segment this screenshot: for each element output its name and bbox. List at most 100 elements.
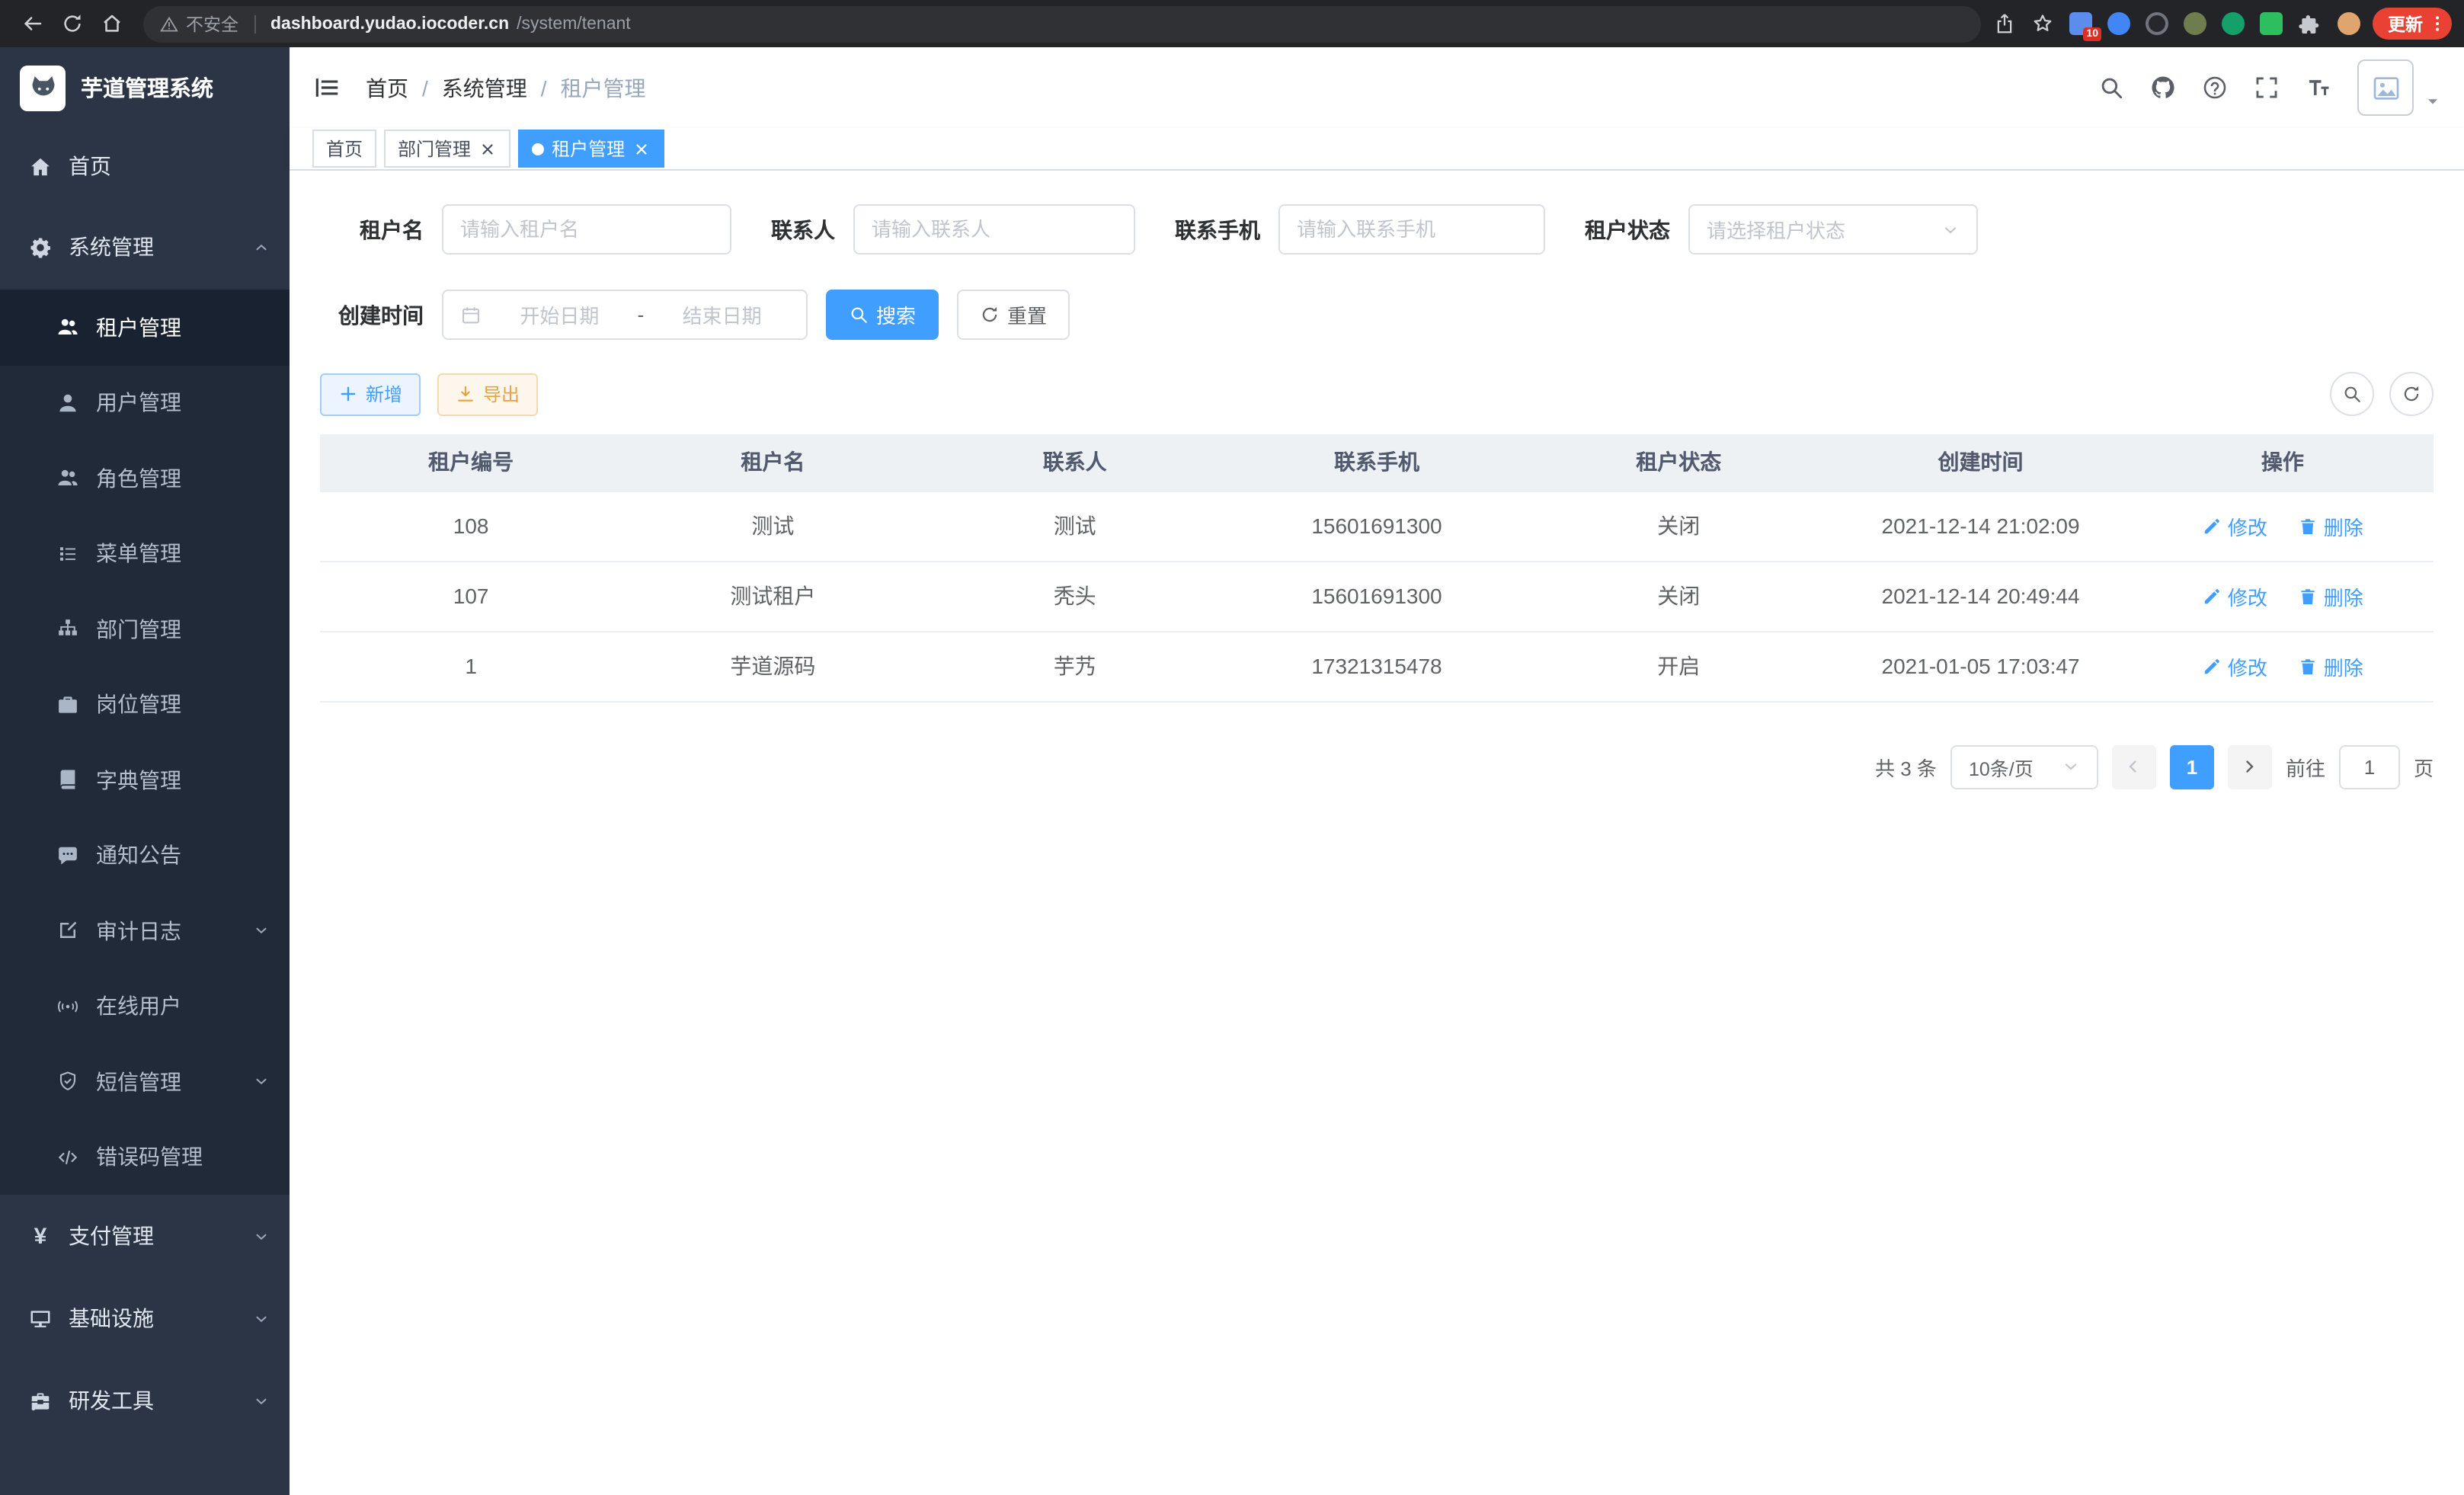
extensions-menu-icon[interactable] <box>2298 11 2322 36</box>
breadcrumb-separator: / <box>541 75 547 100</box>
toggle-search-button[interactable] <box>2330 372 2374 416</box>
search-button[interactable]: 搜索 <box>826 290 939 340</box>
sidebar-item-audit-log[interactable]: 审计日志 <box>0 893 290 968</box>
sidebar-item-post[interactable]: 岗位管理 <box>0 667 290 742</box>
extension-icon-4[interactable] <box>2184 12 2206 35</box>
extension-icon-6[interactable] <box>2260 12 2283 35</box>
tab-dept[interactable]: 部门管理 <box>384 130 510 168</box>
cell-created-at: 2021-12-14 21:02:09 <box>1829 491 2131 561</box>
back-icon <box>21 12 43 35</box>
page-number-1[interactable]: 1 <box>2170 744 2214 789</box>
cell-contact: 测试 <box>924 491 1226 561</box>
search-icon[interactable] <box>2098 75 2124 101</box>
close-icon[interactable] <box>478 139 497 158</box>
tab-tenant[interactable]: 租户管理 <box>518 130 664 168</box>
breadcrumb-item-system[interactable]: 系统管理 <box>442 72 527 103</box>
sidebar-item-role[interactable]: 角色管理 <box>0 440 290 516</box>
browser-profile-avatar[interactable] <box>2338 12 2360 35</box>
sidebar-item-system[interactable]: 系统管理 <box>0 204 290 290</box>
tab-label: 部门管理 <box>398 136 471 162</box>
sidebar-item-error-code[interactable]: 错误码管理 <box>0 1119 290 1195</box>
status-select[interactable]: 请选择租户状态 <box>1688 204 1978 255</box>
sidebar-item-dict[interactable]: 字典管理 <box>0 742 290 818</box>
table-row: 107 测试租户 秃头 15601691300 关闭 2021-12-14 20… <box>320 561 2434 631</box>
user-avatar[interactable] <box>2357 59 2414 116</box>
sidebar-item-sms[interactable]: 短信管理 <box>0 1044 290 1119</box>
navbar-actions <box>2098 59 2441 116</box>
date-range-picker[interactable]: 开始日期 - 结束日期 <box>442 290 808 340</box>
shield-icon <box>56 1071 79 1093</box>
address-bar[interactable]: 不安全 dashboard.yudao.iocoder.cn /system/t… <box>143 5 1981 42</box>
browser-update-button[interactable]: 更新 <box>2373 8 2452 40</box>
sidebar-item-dept[interactable]: 部门管理 <box>0 591 290 667</box>
help-question-icon[interactable] <box>2202 75 2228 101</box>
browser-reload-button[interactable] <box>52 4 91 43</box>
extension-icon-3[interactable] <box>2146 12 2168 35</box>
page-size-select[interactable]: 10条/页 <box>1950 744 2098 789</box>
sidebar-item-online-user[interactable]: 在线用户 <box>0 968 290 1044</box>
next-page-button[interactable] <box>2228 744 2272 789</box>
gear-icon <box>29 235 52 258</box>
cell-tenant-id: 107 <box>320 561 622 631</box>
sidebar-item-label: 用户管理 <box>96 388 181 418</box>
filter-contact: 联系人 <box>771 204 1135 255</box>
sidebar-item-menu[interactable]: 菜单管理 <box>0 516 290 591</box>
sidebar-item-label: 短信管理 <box>96 1067 181 1097</box>
extension-icon-1[interactable]: 10 <box>2069 12 2092 35</box>
sidebar-item-user[interactable]: 用户管理 <box>0 365 290 440</box>
github-icon[interactable] <box>2150 75 2176 101</box>
browser-home-button[interactable] <box>91 4 131 43</box>
font-size-icon[interactable] <box>2306 75 2331 101</box>
reset-button[interactable]: 重置 <box>957 290 1070 340</box>
phone-input-box <box>1278 204 1545 255</box>
close-icon[interactable] <box>632 139 651 158</box>
phone-input[interactable] <box>1297 218 1527 241</box>
filter-row-1: 租户名 联系人 联系手机 <box>320 204 2434 255</box>
sidebar-item-pay[interactable]: ¥ 支付管理 <box>0 1195 290 1277</box>
delete-link[interactable]: 删除 <box>2298 581 2363 610</box>
chevron-down-icon <box>2062 757 2080 776</box>
column-header: 联系人 <box>924 434 1226 491</box>
extension-icon-5[interactable] <box>2222 12 2245 35</box>
sidebar-item-notice[interactable]: 通知公告 <box>0 818 290 893</box>
browser-back-button[interactable] <box>12 4 52 43</box>
export-button[interactable]: 导出 <box>437 373 538 415</box>
extension-icon-2[interactable] <box>2107 12 2130 35</box>
tab-home[interactable]: 首页 <box>312 130 376 168</box>
edit-link[interactable]: 修改 <box>2202 511 2267 540</box>
column-header: 操作 <box>2132 434 2434 491</box>
bookmark-star-icon[interactable] <box>2031 12 2054 35</box>
cell-actions: 修改 删除 <box>2132 631 2434 701</box>
avatar-caret-down-icon[interactable] <box>2424 93 2441 110</box>
add-button[interactable]: 新增 <box>320 373 421 415</box>
edit-link[interactable]: 修改 <box>2202 581 2267 610</box>
tenant-name-input[interactable] <box>460 218 713 241</box>
cell-contact: 秃头 <box>924 561 1226 631</box>
edit-link[interactable]: 修改 <box>2202 651 2267 680</box>
home-icon <box>29 155 52 178</box>
refresh-table-button[interactable] <box>2389 372 2434 416</box>
sidebar-item-infra[interactable]: 基础设施 <box>0 1277 290 1359</box>
goto-page-input[interactable] <box>2339 744 2400 789</box>
prev-page-button[interactable] <box>2112 744 2156 789</box>
active-tab-dot <box>532 142 544 155</box>
tenant-name-label: 租户名 <box>320 214 424 245</box>
breadcrumb-item-home[interactable]: 首页 <box>366 72 408 103</box>
sidebar-item-label: 首页 <box>69 151 111 181</box>
delete-link[interactable]: 删除 <box>2298 511 2363 540</box>
contact-input[interactable] <box>872 218 1117 241</box>
signal-icon <box>56 995 79 1018</box>
trash-icon <box>2298 586 2318 606</box>
fullscreen-icon[interactable] <box>2254 75 2280 101</box>
kebab-menu-icon[interactable] <box>2427 14 2447 34</box>
search-icon <box>849 305 869 325</box>
sidebar-item-tenant[interactable]: 租户管理 <box>0 290 290 365</box>
phone-label: 联系手机 <box>1175 214 1260 245</box>
sidebar-item-devtools[interactable]: 研发工具 <box>0 1359 290 1442</box>
create-time-label: 创建时间 <box>320 299 424 330</box>
delete-link[interactable]: 删除 <box>2298 651 2363 680</box>
table-toolbar: 新增 导出 <box>320 372 2434 416</box>
share-icon[interactable] <box>1993 12 2016 35</box>
sidebar-item-home[interactable]: 首页 <box>0 128 290 204</box>
sidebar-fold-button[interactable] <box>312 73 341 102</box>
